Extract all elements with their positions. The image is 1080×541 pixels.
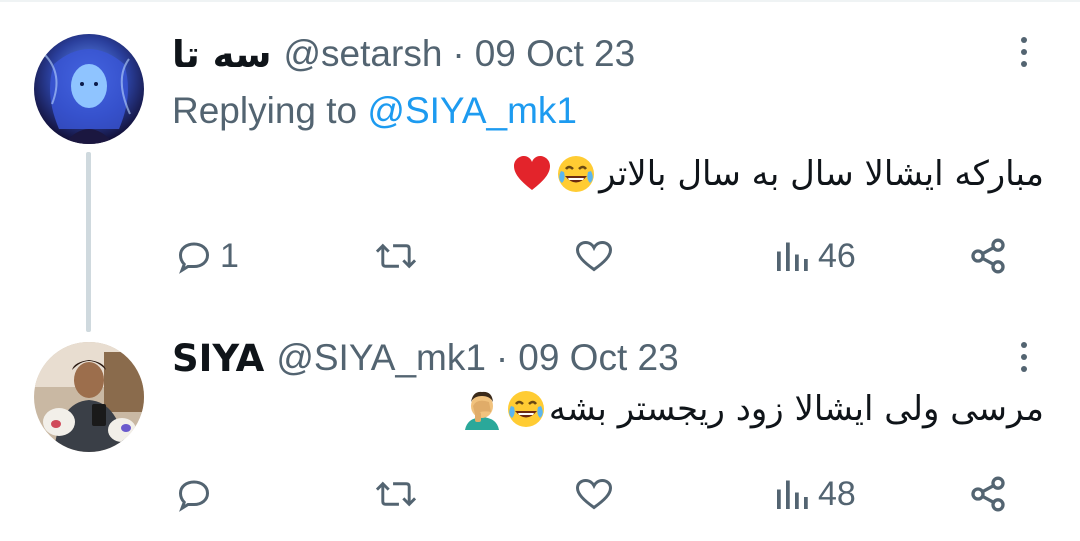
view-count: 48 xyxy=(818,474,856,513)
views-button[interactable]: 48 xyxy=(774,464,856,524)
avatar-image xyxy=(34,342,144,452)
tweet-text: مرسی ولی ایشالا زود ریجستر بشه xyxy=(548,389,1044,429)
more-icon[interactable] xyxy=(1004,337,1044,377)
user-handle[interactable]: @SIYA_mk1 xyxy=(276,337,486,379)
red-heart-emoji xyxy=(514,156,551,190)
tweet-body: مرسی ولی ایشالا زود ریجستر بشه xyxy=(461,388,1044,430)
tweet-date[interactable]: 09 Oct 23 xyxy=(475,33,635,75)
view-count: 46 xyxy=(818,236,856,275)
replying-mention-link[interactable]: @SIYA_mk1 xyxy=(367,90,577,131)
tweet-header: SIYA @SIYA_mk1 · 09 Oct 23 xyxy=(172,333,679,383)
tweet-1[interactable]: سه تا @setarsh · 09 Oct 23 Replying to @… xyxy=(0,0,1080,316)
reply-icon xyxy=(178,242,210,274)
retweet-icon xyxy=(375,481,417,507)
retweet-icon xyxy=(375,243,417,269)
like-icon xyxy=(575,240,613,272)
avatar[interactable] xyxy=(34,342,144,452)
like-button[interactable] xyxy=(574,226,622,286)
views-icon xyxy=(777,242,808,271)
like-icon xyxy=(575,478,613,510)
views-icon xyxy=(777,480,808,509)
share-button[interactable] xyxy=(968,226,1008,286)
face-with-tears-of-joy-emoji xyxy=(558,156,595,192)
display-name[interactable]: سه تا xyxy=(172,33,272,76)
reply-button[interactable] xyxy=(176,464,220,524)
reply-icon xyxy=(178,480,210,512)
display-name[interactable]: SIYA xyxy=(172,337,264,380)
separator-dot: · xyxy=(495,337,509,378)
like-button[interactable] xyxy=(574,464,622,524)
retweet-button[interactable] xyxy=(374,226,426,286)
avatar-image xyxy=(34,34,144,144)
man-facepalming-emoji xyxy=(464,391,499,430)
reply-count: 1 xyxy=(220,236,239,275)
share-button[interactable] xyxy=(968,464,1008,524)
tweet-date[interactable]: 09 Oct 23 xyxy=(518,337,678,379)
replying-prefix: Replying to xyxy=(172,90,358,131)
separator-dot: · xyxy=(452,33,465,74)
retweet-button[interactable] xyxy=(374,464,426,524)
tweet-body: مبارکه ایشالا سال به سال بالاتر xyxy=(511,153,1044,195)
share-icon xyxy=(971,476,1005,512)
more-icon[interactable] xyxy=(1004,32,1044,72)
tweet-text: مبارکه ایشالا سال به سال بالاتر xyxy=(599,154,1044,194)
tweet-2[interactable]: SIYA @SIYA_mk1 · 09 Oct 23 مرسی ولی ایشا… xyxy=(0,316,1080,541)
tweet-actions: 48 xyxy=(0,464,1080,524)
tweet-actions: 1 46 xyxy=(0,226,1080,286)
reply-button[interactable]: 1 xyxy=(176,226,239,286)
user-handle[interactable]: @setarsh xyxy=(284,33,443,75)
replying-to: Replying to @SIYA_mk1 xyxy=(172,90,577,132)
face-with-tears-of-joy-emoji xyxy=(507,391,544,427)
tweet-header: سه تا @setarsh · 09 Oct 23 xyxy=(172,29,635,79)
avatar[interactable] xyxy=(34,34,144,144)
views-button[interactable]: 46 xyxy=(774,226,856,286)
share-icon xyxy=(971,238,1005,274)
